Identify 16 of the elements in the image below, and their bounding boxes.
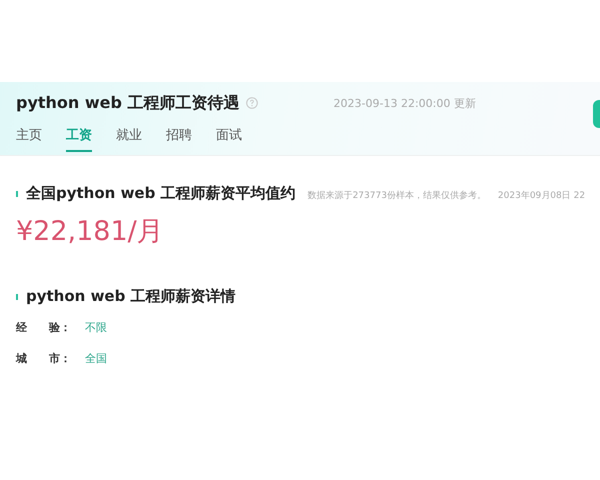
section-heading: 全国python web 工程师薪资平均值约	[26, 184, 296, 203]
section-heading: python web 工程师薪资详情	[26, 287, 236, 306]
sample-date: 2023年09月08日 22	[498, 190, 586, 202]
tab[interactable]: 面试	[216, 126, 242, 152]
tab[interactable]: 主页	[16, 126, 42, 152]
tab[interactable]: 招聘	[166, 126, 192, 152]
filter-label: 经 验：	[16, 320, 72, 335]
update-time: 2023-09-13 22:00:00 更新	[334, 96, 476, 110]
data-source-note: 数据来源于273773份样本，结果仅供参考。	[308, 190, 486, 202]
tab[interactable]: 就业	[116, 126, 142, 152]
heading-marker	[16, 294, 18, 300]
page-title: python web 工程师工资待遇	[16, 92, 240, 114]
heading-marker	[16, 190, 18, 196]
average-salary: ¥22,181/月	[16, 215, 165, 249]
help-icon[interactable]	[246, 97, 258, 109]
filter-label: 城 市：	[16, 351, 72, 366]
